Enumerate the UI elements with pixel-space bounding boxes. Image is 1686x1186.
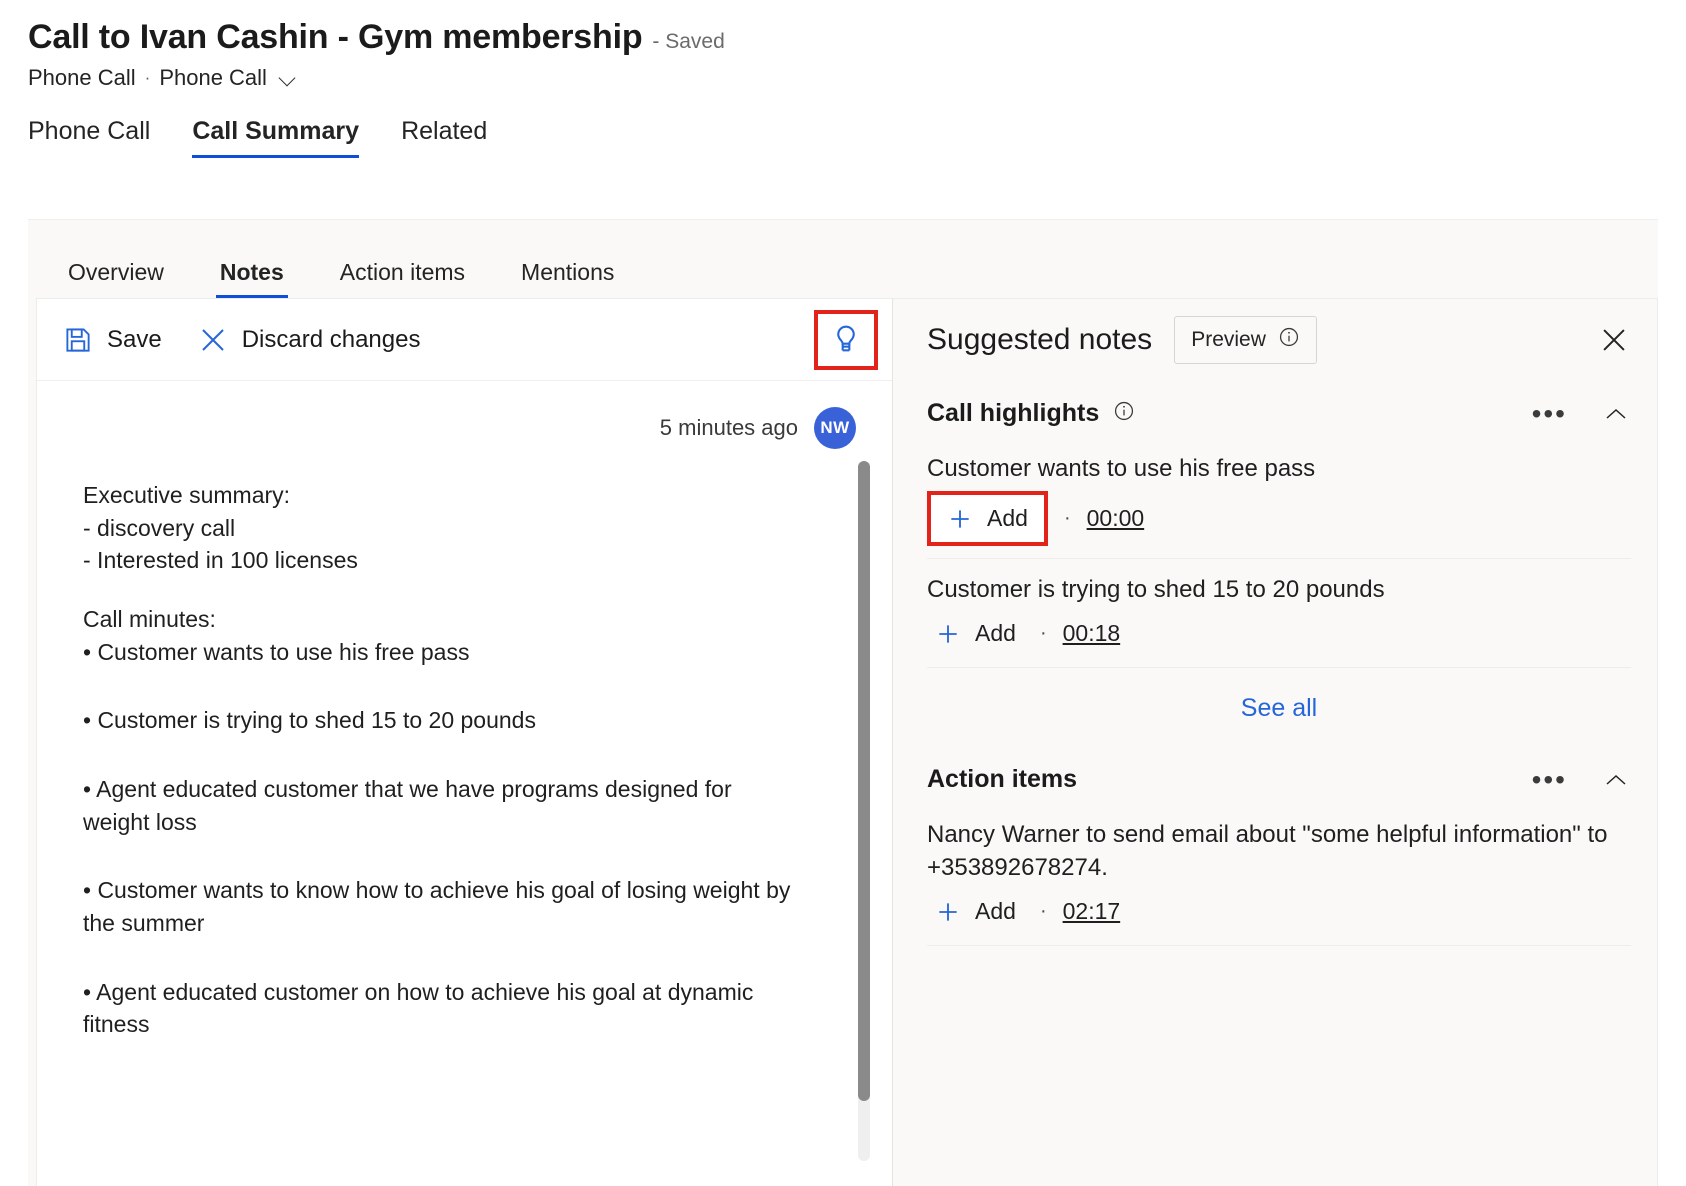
panel-body: Save Discard changes bbox=[36, 298, 1658, 1186]
save-label: Save bbox=[107, 326, 162, 354]
suggestion-text: Customer is trying to shed 15 to 20 poun… bbox=[927, 573, 1631, 606]
notes-toolbar: Save Discard changes bbox=[37, 299, 892, 381]
record-header: Call to Ivan Cashin - Gym membership - S… bbox=[0, 0, 1686, 91]
section-action-items: Action items ••• Nancy Warner to send em… bbox=[893, 747, 1657, 946]
discard-label: Discard changes bbox=[242, 326, 421, 354]
section-divider bbox=[927, 945, 1631, 946]
subtab-action-items[interactable]: Action items bbox=[312, 261, 493, 298]
add-label: Add bbox=[975, 898, 1016, 925]
plus-icon bbox=[935, 621, 961, 647]
section-title: Action items bbox=[927, 765, 1077, 794]
note-meta: 5 minutes ago NW bbox=[37, 381, 892, 449]
note-line: - discovery call bbox=[83, 512, 797, 545]
see-all-link[interactable]: See all bbox=[1241, 694, 1317, 723]
breadcrumb-entity: Phone Call bbox=[28, 65, 136, 91]
breadcrumb-form: Phone Call bbox=[159, 65, 267, 91]
discard-changes-button[interactable]: Discard changes bbox=[198, 325, 421, 355]
suggestion-actions: Add · 00:18 bbox=[927, 618, 1631, 649]
plus-icon bbox=[947, 506, 973, 532]
lightbulb-icon bbox=[831, 324, 861, 356]
suggested-notes-toggle-button[interactable] bbox=[814, 310, 878, 370]
suggestion-text: Customer wants to use his free pass bbox=[927, 452, 1631, 485]
page-title: Call to Ivan Cashin - Gym membership bbox=[28, 18, 642, 57]
note-line: • Customer wants to know how to achieve … bbox=[83, 874, 797, 939]
ellipsis-icon[interactable]: ••• bbox=[1526, 400, 1573, 428]
save-disk-icon bbox=[63, 325, 93, 355]
note-timestamp: 5 minutes ago bbox=[660, 415, 798, 441]
save-button[interactable]: Save bbox=[63, 325, 162, 355]
note-line: Executive summary: bbox=[83, 479, 797, 512]
ellipsis-icon[interactable]: ••• bbox=[1526, 766, 1573, 794]
add-suggestion-button[interactable]: Add bbox=[927, 896, 1024, 927]
note-editor[interactable]: Executive summary: - discovery call - In… bbox=[37, 449, 837, 1041]
secondary-tab-bar: Overview Notes Action items Mentions bbox=[28, 220, 1658, 298]
timestamp-link[interactable]: 00:18 bbox=[1063, 620, 1121, 647]
notes-scrollbar-thumb[interactable] bbox=[858, 461, 870, 1101]
action-separator: · bbox=[1064, 507, 1071, 530]
breadcrumb-separator: · bbox=[145, 68, 151, 88]
note-line: • Customer wants to use his free pass bbox=[83, 636, 797, 669]
chevron-down-icon[interactable] bbox=[280, 70, 297, 87]
plus-icon bbox=[935, 899, 961, 925]
action-separator: · bbox=[1040, 622, 1047, 645]
breadcrumb: Phone Call · Phone Call bbox=[28, 65, 1686, 91]
avatar[interactable]: NW bbox=[814, 407, 856, 449]
subtab-notes[interactable]: Notes bbox=[192, 261, 312, 298]
primary-tab-bar: Phone Call Call Summary Related bbox=[0, 91, 1686, 158]
suggestion-actions: Add · 02:17 bbox=[927, 896, 1631, 927]
chevron-up-icon[interactable] bbox=[1601, 403, 1631, 425]
timestamp-link[interactable]: 02:17 bbox=[1063, 898, 1121, 925]
preview-badge[interactable]: Preview bbox=[1174, 316, 1317, 364]
suggestion-item: Customer wants to use his free pass Add bbox=[927, 438, 1631, 559]
note-line: • Customer is trying to shed 15 to 20 po… bbox=[83, 704, 797, 737]
timestamp-link[interactable]: 00:00 bbox=[1087, 505, 1145, 532]
section-header: Call highlights ••• bbox=[927, 381, 1631, 438]
suggested-notes-header: Suggested notes Preview bbox=[893, 299, 1657, 381]
note-line: Call minutes: bbox=[83, 603, 797, 636]
record-title-row: Call to Ivan Cashin - Gym membership - S… bbox=[28, 18, 1686, 57]
note-line: • Agent educated customer on how to achi… bbox=[83, 976, 797, 1041]
suggestion-text: Nancy Warner to send email about "some h… bbox=[927, 818, 1631, 884]
see-all-row: See all bbox=[927, 668, 1631, 747]
info-circle-icon[interactable] bbox=[1113, 400, 1135, 427]
chevron-up-icon[interactable] bbox=[1601, 769, 1631, 791]
section-title: Call highlights bbox=[927, 399, 1099, 428]
add-suggestion-button[interactable]: Add bbox=[927, 618, 1024, 649]
add-suggestion-button[interactable]: Add bbox=[927, 491, 1048, 546]
note-line: • Agent educated customer that we have p… bbox=[83, 773, 797, 838]
subtab-overview[interactable]: Overview bbox=[40, 261, 192, 298]
info-circle-icon[interactable] bbox=[1278, 326, 1300, 354]
preview-label: Preview bbox=[1191, 328, 1266, 352]
notes-pane: Save Discard changes bbox=[36, 298, 892, 1186]
close-panel-button[interactable] bbox=[1597, 323, 1631, 357]
close-x-icon bbox=[198, 325, 228, 355]
subtab-mentions[interactable]: Mentions bbox=[493, 261, 642, 298]
save-status: - Saved bbox=[652, 30, 724, 54]
suggested-notes-title: Suggested notes bbox=[927, 323, 1152, 357]
tab-phone-call[interactable]: Phone Call bbox=[28, 117, 150, 158]
suggestion-item: Customer is trying to shed 15 to 20 poun… bbox=[927, 559, 1631, 668]
suggested-notes-pane: Suggested notes Preview bbox=[892, 298, 1658, 1186]
suggestion-actions: Add · 00:00 bbox=[927, 497, 1631, 540]
notes-scrollbar[interactable] bbox=[858, 461, 870, 1161]
action-separator: · bbox=[1040, 900, 1047, 923]
call-summary-panel: Overview Notes Action items Mentions bbox=[28, 219, 1658, 1186]
add-label: Add bbox=[987, 505, 1028, 532]
tab-related[interactable]: Related bbox=[401, 117, 487, 158]
app-root: Call to Ivan Cashin - Gym membership - S… bbox=[0, 0, 1686, 1186]
section-header: Action items ••• bbox=[927, 747, 1631, 804]
add-label: Add bbox=[975, 620, 1016, 647]
section-call-highlights: Call highlights ••• bbox=[893, 381, 1657, 747]
note-line: - Interested in 100 licenses bbox=[83, 544, 797, 577]
tab-call-summary[interactable]: Call Summary bbox=[192, 117, 359, 158]
suggestion-item: Nancy Warner to send email about "some h… bbox=[927, 804, 1631, 945]
